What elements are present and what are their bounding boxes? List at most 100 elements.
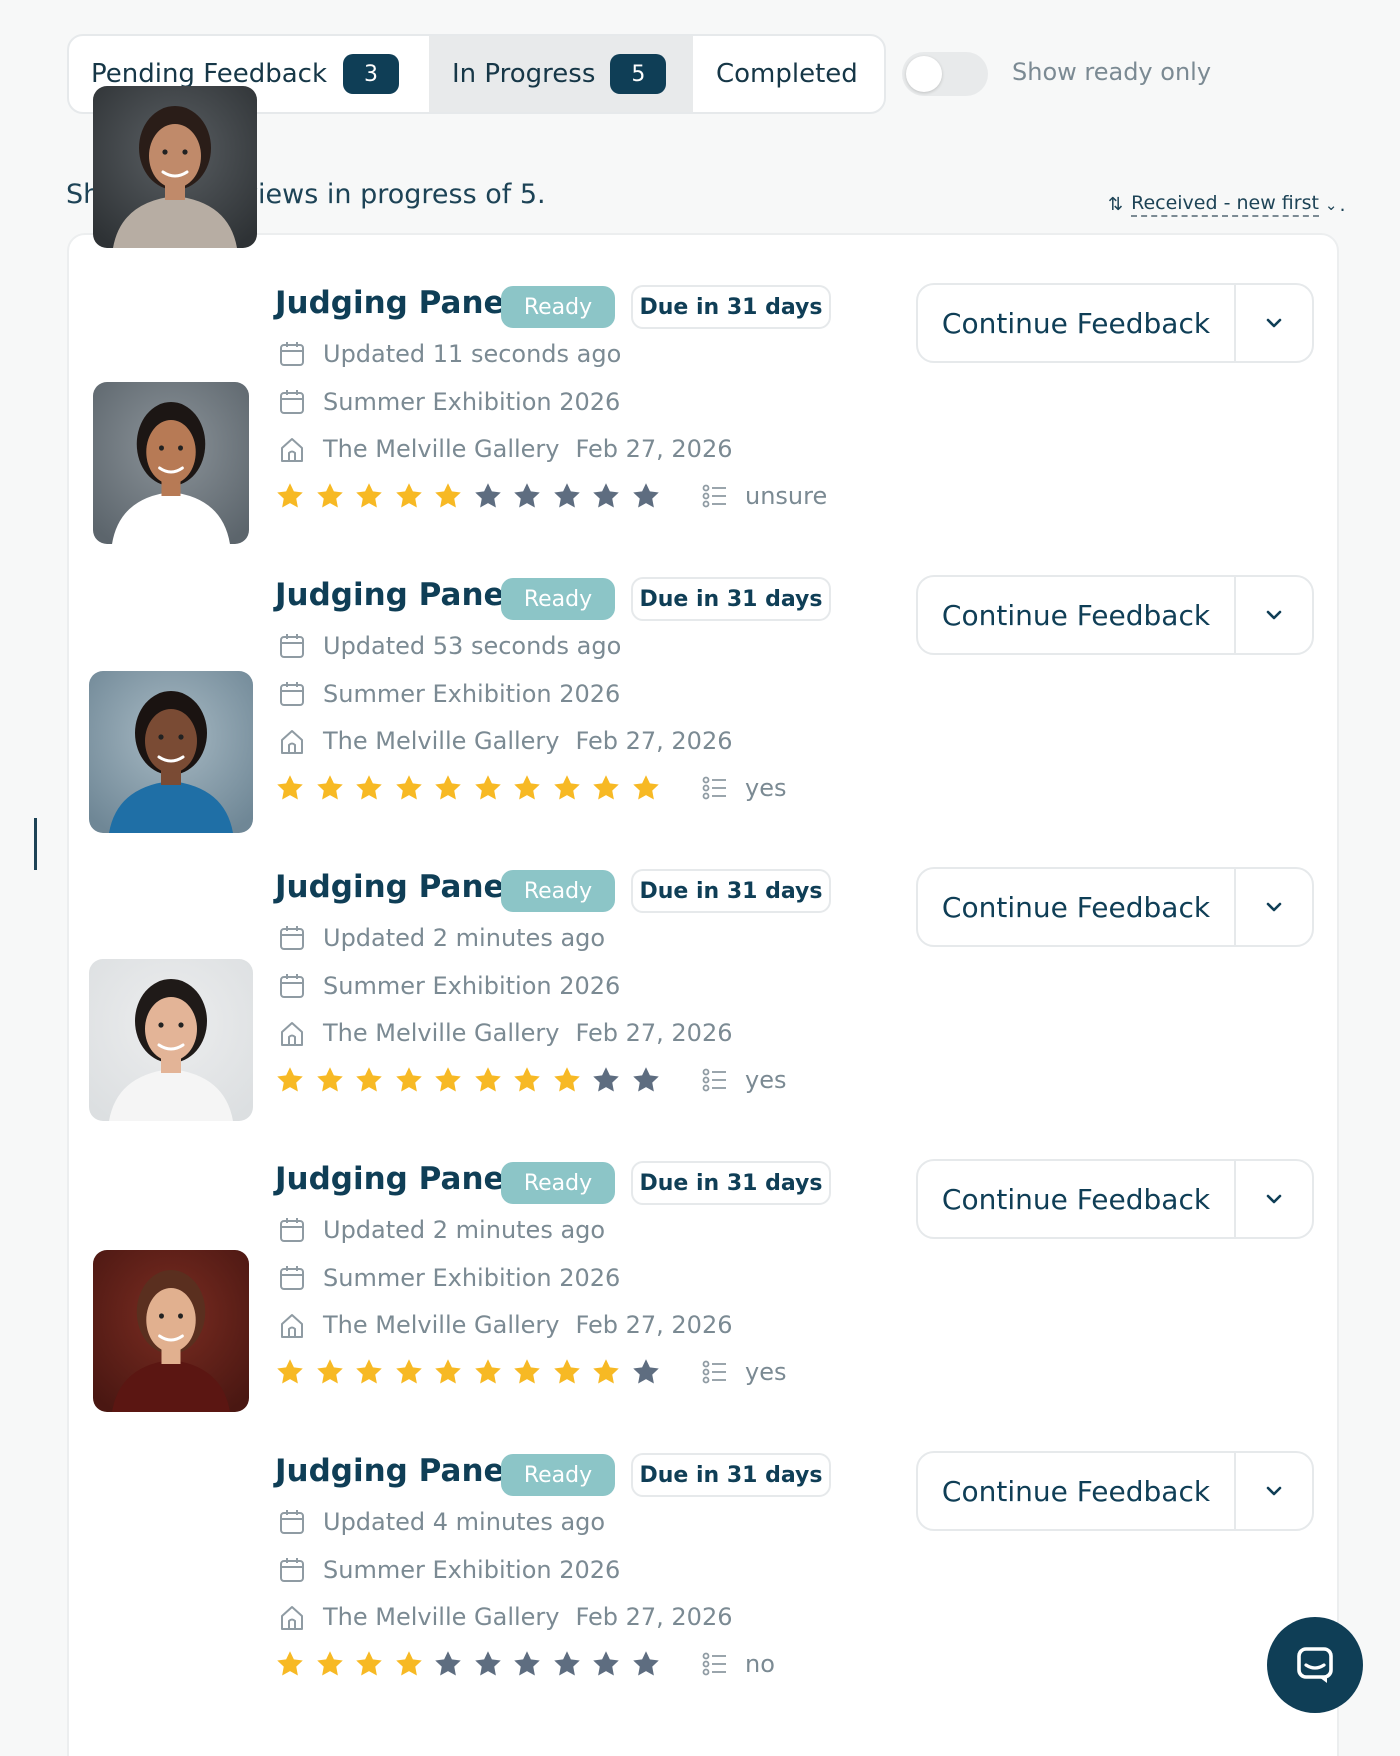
star-icon <box>552 1649 582 1679</box>
continue-feedback-button[interactable]: Continue Feedback <box>918 1453 1236 1529</box>
calendar-icon <box>277 1263 307 1293</box>
show-ready-toggle[interactable] <box>902 52 988 96</box>
star-icon <box>315 1649 345 1679</box>
recommendation-value: no <box>745 1650 775 1678</box>
due-badge: Due in 31 days <box>631 285 831 329</box>
reviewer-photo <box>93 86 257 248</box>
updated-text: Updated 2 minutes ago <box>323 924 606 952</box>
star-icon <box>591 1357 621 1387</box>
status-badge: Ready <box>501 578 615 620</box>
event-name: Summer Exhibition 2026 <box>323 1556 621 1584</box>
home-icon <box>277 1310 307 1340</box>
recommendation-value: unsure <box>745 482 828 510</box>
home-icon <box>277 1602 307 1632</box>
chevron-down-icon <box>1262 895 1286 919</box>
calendar-icon <box>277 631 307 661</box>
event-name: Summer Exhibition 2026 <box>323 1264 621 1292</box>
sort-label: Received - new first <box>1131 192 1319 217</box>
chevron-down-icon <box>1262 311 1286 335</box>
due-badge: Due in 31 days <box>631 1161 831 1205</box>
event-date: Feb 27, 2026 <box>575 1019 733 1047</box>
show-ready-label: Show ready only <box>1012 58 1212 86</box>
review-title: Judging Panel <box>275 285 516 321</box>
sort-icon: ⇅ <box>1108 194 1124 215</box>
feedback-options-dropdown[interactable] <box>1236 1453 1312 1529</box>
star-icon <box>512 1357 542 1387</box>
reviews-list: Judging Panel Ready Due in 31 days Updated … <box>67 86 1341 1756</box>
updated-row: Updated 2 minutes ago <box>277 923 605 953</box>
calendar-icon <box>277 923 307 953</box>
home-icon <box>277 726 307 756</box>
continue-feedback-button[interactable]: Continue Feedback <box>918 577 1236 653</box>
tab-in-progress[interactable]: In Progress 5 <box>429 36 693 112</box>
venue-row: The Melville Gallery Feb 27, 2026 <box>277 1018 732 1048</box>
event-row: Summer Exhibition 2026 <box>277 679 620 709</box>
button-label: Continue Feedback <box>941 306 1211 340</box>
star-icon <box>433 481 463 511</box>
feedback-options-dropdown[interactable] <box>1236 577 1312 653</box>
calendar-icon <box>277 1555 307 1585</box>
event-date: Feb 27, 2026 <box>575 1603 733 1631</box>
star-icon <box>631 1649 661 1679</box>
chevron-down-icon <box>1262 1479 1286 1503</box>
continue-feedback-button[interactable]: Continue Feedback <box>918 1161 1236 1237</box>
venue-name: The Melville Gallery <box>323 1603 560 1631</box>
continue-feedback-split-button: Continue Feedback <box>916 867 1314 947</box>
star-icon <box>512 1649 542 1679</box>
star-icon <box>394 1065 424 1095</box>
event-row: Summer Exhibition 2026 <box>277 971 620 1001</box>
continue-feedback-button[interactable]: Continue Feedback <box>918 869 1236 945</box>
venue-name: The Melville Gallery <box>323 435 560 463</box>
status-badge: Ready <box>501 1162 615 1204</box>
star-icon <box>315 773 345 803</box>
star-icon <box>631 1357 661 1387</box>
due-badge: Due in 31 days <box>631 869 831 913</box>
continue-feedback-button[interactable]: Continue Feedback <box>918 285 1236 361</box>
list-icon <box>701 1650 729 1678</box>
star-icon <box>591 773 621 803</box>
star-icon <box>433 773 463 803</box>
star-icon <box>433 1357 463 1387</box>
review-item: Judging Panel Ready Due in 31 days Updated … <box>69 671 1341 1094</box>
sort-suffix: . <box>1339 193 1346 216</box>
updated-text: Updated 4 minutes ago <box>323 1508 606 1536</box>
calendar-icon <box>277 339 307 369</box>
toggle-knob <box>906 56 942 92</box>
sort-dropdown[interactable]: ⇅ Received - new first ⌄ . <box>1108 192 1346 217</box>
list-icon <box>701 1066 729 1094</box>
star-icon <box>473 1065 503 1095</box>
star-rating <box>275 1357 670 1387</box>
recommendation-value: yes <box>745 774 787 802</box>
venue-row: The Melville Gallery Feb 27, 2026 <box>277 726 732 756</box>
star-icon <box>552 481 582 511</box>
tab-completed[interactable]: Completed <box>693 36 884 112</box>
star-icon <box>315 1357 345 1387</box>
reviewer-photo <box>89 671 253 833</box>
event-name: Summer Exhibition 2026 <box>323 680 621 708</box>
review-title: Judging Panel <box>275 577 516 613</box>
review-item: Judging Panel Ready Due in 31 days Updated … <box>69 382 1341 802</box>
star-rating <box>275 1065 670 1095</box>
feedback-options-dropdown[interactable] <box>1236 1161 1312 1237</box>
continue-feedback-split-button: Continue Feedback <box>916 1159 1314 1239</box>
review-item: Judging Panel Ready Due in 31 days Updated … <box>69 86 1341 510</box>
star-icon <box>591 481 621 511</box>
star-icon <box>433 1065 463 1095</box>
feedback-options-dropdown[interactable] <box>1236 285 1312 361</box>
star-icon <box>354 773 384 803</box>
star-rating <box>275 773 670 803</box>
feedback-options-dropdown[interactable] <box>1236 869 1312 945</box>
button-label: Continue Feedback <box>941 1474 1211 1508</box>
count-badge: 3 <box>343 54 400 94</box>
updated-row: Updated 4 minutes ago <box>277 1507 605 1537</box>
venue-name: The Melville Gallery <box>323 1019 560 1047</box>
chat-launcher-button[interactable] <box>1267 1617 1363 1713</box>
star-icon <box>315 481 345 511</box>
event-name: Summer Exhibition 2026 <box>323 972 621 1000</box>
star-icon <box>394 773 424 803</box>
star-icon <box>473 773 503 803</box>
star-icon <box>394 481 424 511</box>
event-row: Summer Exhibition 2026 <box>277 387 620 417</box>
updated-text: Updated 53 seconds ago <box>323 632 622 660</box>
star-icon <box>473 1357 503 1387</box>
